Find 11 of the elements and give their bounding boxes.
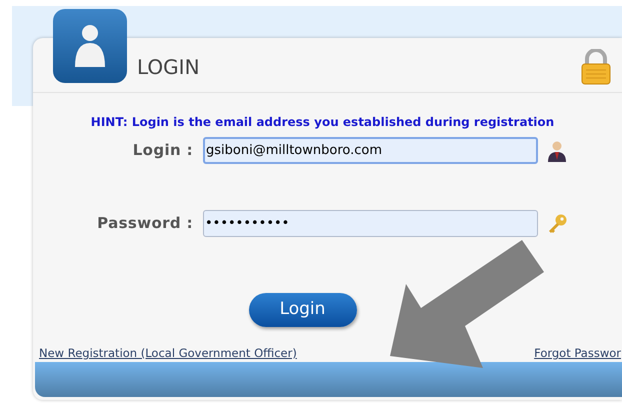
field-label: Password :: [96, 213, 194, 234]
forgot-password-link[interactable]: Forgot Passwor: [534, 345, 621, 362]
person-icon: [546, 140, 568, 162]
field-label: Login :: [132, 140, 194, 162]
hint-text: HINT: Login is the email address you established during registration: [90, 114, 556, 131]
input-field[interactable]: •••••••••••: [203, 210, 538, 237]
lock-icon: [580, 49, 612, 85]
registration-link[interactable]: New Registration (Local Government Officer): [39, 345, 297, 362]
input-field[interactable]: gsiboni@milltownboro.com: [203, 137, 538, 164]
panel-title: LOGIN: [137, 54, 200, 81]
login-button[interactable]: Login: [248, 293, 356, 327]
